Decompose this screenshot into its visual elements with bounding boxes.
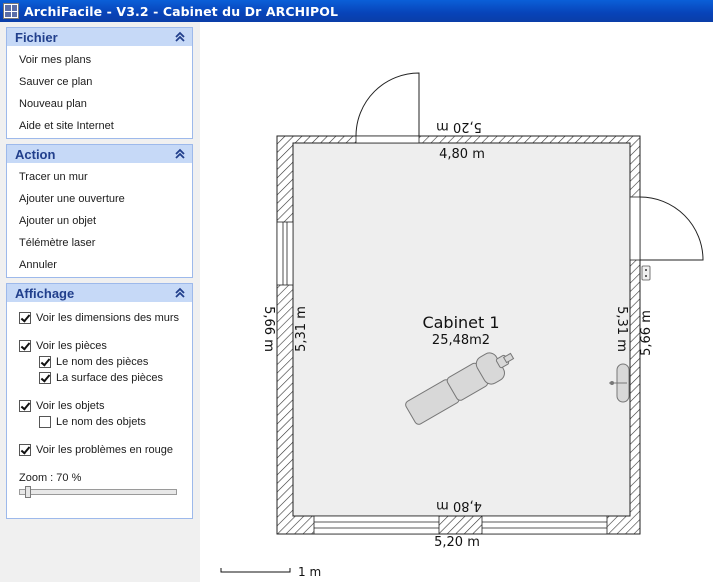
menu-aide[interactable]: Aide et site Internet xyxy=(19,120,114,132)
scale-label: 1 m xyxy=(298,565,321,579)
dim-right-outer: 5,66 m xyxy=(639,310,654,356)
panel-fichier: Fichier Voir mes plans Sauver ce plan No… xyxy=(6,27,193,139)
menu-sauver-ce-plan[interactable]: Sauver ce plan xyxy=(19,76,92,88)
menu-ajouter-objet[interactable]: Ajouter un objet xyxy=(19,215,96,227)
window-title: ArchiFacile - V3.2 - Cabinet du Dr ARCHI… xyxy=(24,3,339,19)
checkbox[interactable] xyxy=(19,340,31,352)
plan-canvas[interactable]: 5,20 m 4,80 m 4,80 m 5,20 m 5,66 m 5,31 … xyxy=(212,22,713,582)
panel-affichage: Affichage Voir les dimensions des murs V… xyxy=(6,283,193,519)
resize-handle-icon[interactable] xyxy=(641,265,651,281)
menu-nouveau-plan[interactable]: Nouveau plan xyxy=(19,98,87,110)
zoom-slider-thumb[interactable] xyxy=(25,486,31,498)
menu-ajouter-ouverture[interactable]: Ajouter une ouverture xyxy=(19,193,125,205)
panel-fichier-header[interactable]: Fichier xyxy=(7,28,192,46)
checkbox[interactable] xyxy=(39,372,51,384)
checkbox[interactable] xyxy=(19,444,31,456)
dim-right-inner: 5,31 m xyxy=(614,306,629,352)
dim-left-outer: 5,66 m xyxy=(261,306,276,352)
collapse-chevron-icon[interactable] xyxy=(174,148,186,160)
window-left[interactable] xyxy=(276,221,294,286)
zoom-slider-track[interactable] xyxy=(19,489,177,495)
dim-bottom-outer: 5,20 m xyxy=(434,535,480,550)
left-panel: Fichier Voir mes plans Sauver ce plan No… xyxy=(0,22,200,582)
dim-top-outer: 5,20 m xyxy=(436,119,482,134)
option-label: Voir les pièces xyxy=(36,340,107,352)
option-dimensions-murs[interactable]: Voir les dimensions des murs xyxy=(19,312,179,324)
app-icon xyxy=(3,3,19,19)
menu-tracer-mur[interactable]: Tracer un mur xyxy=(19,171,88,183)
panel-title: Affichage xyxy=(15,285,75,301)
option-voir-objets[interactable]: Voir les objets xyxy=(19,400,104,412)
door-right-swing xyxy=(639,196,704,261)
option-label: Voir les objets xyxy=(36,400,105,412)
option-nom-objets[interactable]: Le nom des objets xyxy=(39,416,146,428)
room-area: 25,48m2 xyxy=(432,333,490,348)
option-label: Voir les dimensions des murs xyxy=(36,312,180,324)
checkbox[interactable] xyxy=(19,312,31,324)
checkbox[interactable] xyxy=(39,356,51,368)
floor-plan[interactable]: 5,20 m 4,80 m 4,80 m 5,20 m 5,66 m 5,31 … xyxy=(212,22,713,582)
title-bar: ArchiFacile - V3.2 - Cabinet du Dr ARCHI… xyxy=(0,0,713,22)
dim-left-inner: 5,31 m xyxy=(294,306,309,352)
window-bottom-right[interactable] xyxy=(481,515,608,535)
panel-title: Fichier xyxy=(15,29,58,45)
dim-bottom-inner: 4,80 m xyxy=(436,498,482,513)
option-label: La surface des pièces xyxy=(56,372,164,384)
menu-voir-mes-plans[interactable]: Voir mes plans xyxy=(19,54,91,66)
checkbox[interactable] xyxy=(39,416,51,428)
room-name: Cabinet 1 xyxy=(422,313,499,332)
zoom-label: Zoom : 70 % xyxy=(19,472,82,484)
door-top-opening[interactable] xyxy=(355,135,420,144)
option-voir-pieces[interactable]: Voir les pièces xyxy=(19,340,107,352)
scale-bar xyxy=(220,568,291,573)
dim-top-inner: 4,80 m xyxy=(439,147,485,162)
menu-annuler[interactable]: Annuler xyxy=(19,259,57,271)
collapse-chevron-icon[interactable] xyxy=(174,31,186,43)
menu-telemetre-laser[interactable]: Télémètre laser xyxy=(19,237,95,249)
option-label: Le nom des pièces xyxy=(56,356,149,368)
window-bottom-left[interactable] xyxy=(313,515,440,535)
option-problemes-rouge[interactable]: Voir les problèmes en rouge xyxy=(19,444,173,456)
option-label: Le nom des objets xyxy=(56,416,146,428)
collapse-chevron-icon[interactable] xyxy=(174,287,186,299)
door-right-opening[interactable] xyxy=(629,196,641,261)
panel-title: Action xyxy=(15,146,56,162)
panel-action-header[interactable]: Action xyxy=(7,145,192,163)
option-nom-pieces[interactable]: Le nom des pièces xyxy=(39,356,148,368)
option-label: Voir les problèmes en rouge xyxy=(36,444,173,456)
door-top-swing xyxy=(355,72,420,137)
panel-action: Action Tracer un mur Ajouter une ouvertu… xyxy=(6,144,193,278)
checkbox[interactable] xyxy=(19,400,31,412)
option-surface-pieces[interactable]: La surface des pièces xyxy=(39,372,163,384)
panel-affichage-header[interactable]: Affichage xyxy=(7,284,192,302)
